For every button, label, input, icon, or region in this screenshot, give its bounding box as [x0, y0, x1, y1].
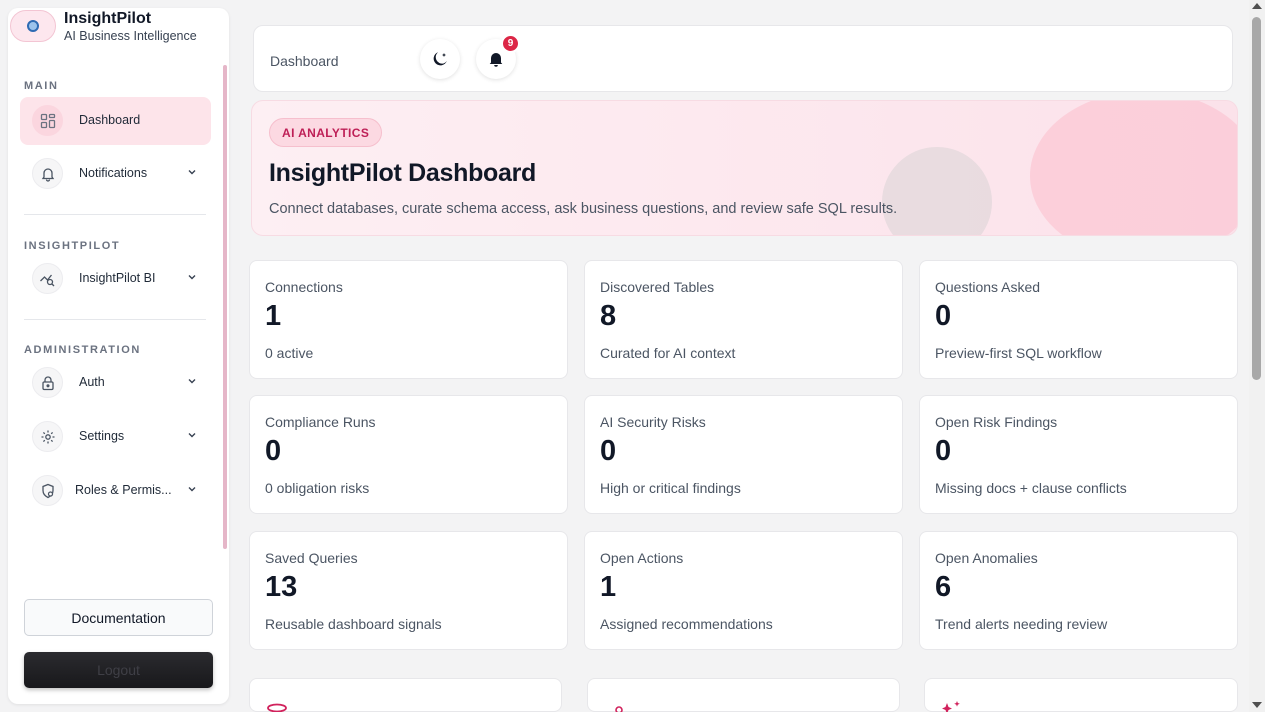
brand-name: InsightPilot [64, 10, 152, 27]
sidebar-item-auth[interactable]: Auth [20, 359, 211, 407]
documentation-button[interactable]: Documentation [24, 599, 213, 636]
stat-note: Trend alerts needing review [935, 616, 1108, 632]
sparkles-icon [942, 701, 960, 712]
scrollbar-thumb[interactable] [1252, 17, 1261, 380]
sidebar-item-label: Dashboard [79, 113, 141, 127]
section-label-insightpilot: INSIGHTPILOT [24, 240, 121, 252]
sidebar-divider [24, 214, 206, 215]
theme-toggle-button[interactable] [420, 39, 460, 79]
stat-note: Reusable dashboard signals [265, 616, 442, 632]
stat-note: High or critical findings [600, 480, 741, 496]
scroll-down-icon[interactable] [1252, 702, 1262, 708]
stat-card-open-anomalies[interactable]: Open Anomalies 6 Trend alerts needing re… [919, 531, 1238, 650]
database-icon [267, 703, 287, 712]
stat-card-discovered-tables[interactable]: Discovered Tables 8 Curated for AI conte… [584, 260, 903, 379]
stat-note: Preview-first SQL workflow [935, 345, 1102, 361]
notification-count-badge: 9 [501, 34, 520, 53]
sidebar-item-label: Auth [79, 375, 105, 389]
sidebar-item-notifications[interactable]: Notifications [20, 150, 211, 198]
chevron-down-icon [188, 170, 196, 175]
stat-note: Missing docs + clause conflicts [935, 480, 1127, 496]
hero-subtitle: Connect databases, curate schema access,… [269, 201, 898, 217]
stat-note: Assigned recommendations [600, 616, 773, 632]
stat-card-connections[interactable]: Connections 1 0 active [249, 260, 568, 379]
stat-note: 0 obligation risks [265, 480, 370, 496]
stat-card-ai-security-risks[interactable]: AI Security Risks 0 High or critical fin… [584, 395, 903, 514]
feature-card[interactable] [249, 678, 562, 712]
stat-value: 0 [600, 435, 617, 467]
shield-user-icon [32, 475, 63, 506]
stat-label: Open Anomalies [935, 550, 1038, 566]
stat-value: 0 [935, 435, 952, 467]
bell-icon [32, 158, 63, 189]
brand-logo-icon [10, 10, 56, 42]
sidebar-item-insightpilot-bi[interactable]: InsightPilot BI [20, 255, 211, 303]
stat-label: Open Risk Findings [935, 414, 1058, 430]
lock-icon [32, 367, 63, 398]
grid-icon [32, 105, 63, 136]
sidebar-scrollbar[interactable] [223, 65, 227, 549]
gear-icon [32, 421, 63, 452]
sidebar-item-label: Settings [79, 429, 125, 443]
chevron-down-icon [188, 379, 196, 384]
stat-card-open-actions[interactable]: Open Actions 1 Assigned recommendations [584, 531, 903, 650]
decorative-circle [1030, 101, 1237, 235]
stat-value: 0 [935, 300, 952, 332]
feature-card[interactable] [587, 678, 900, 712]
stat-label: Connections [265, 279, 343, 295]
sidebar-item-label: Notifications [79, 166, 148, 180]
breadcrumb: Dashboard [270, 53, 339, 69]
chart-search-icon [32, 263, 63, 294]
stat-label: Discovered Tables [600, 279, 715, 295]
logout-button[interactable]: Logout [24, 652, 213, 688]
stat-note: Curated for AI context [600, 345, 736, 361]
person-icon [615, 706, 623, 712]
chevron-down-icon [188, 433, 196, 438]
page-scrollbar[interactable] [1249, 0, 1265, 712]
stat-value: 1 [600, 571, 617, 603]
stat-value: 6 [935, 571, 952, 603]
stat-value: 1 [265, 300, 282, 332]
decorative-circle [882, 147, 992, 235]
stat-card-open-risk-findings[interactable]: Open Risk Findings 0 Missing docs + clau… [919, 395, 1238, 514]
bell-icon [489, 53, 503, 67]
hero-tag: AI ANALYTICS [269, 118, 383, 147]
section-label-administration: ADMINISTRATION [24, 344, 141, 356]
stat-note: 0 active [265, 345, 314, 361]
feature-card[interactable] [924, 678, 1238, 712]
stat-label: Compliance Runs [265, 414, 376, 430]
stat-card-questions-asked[interactable]: Questions Asked 0 Preview-first SQL work… [919, 260, 1238, 379]
stat-value: 8 [600, 300, 617, 332]
sidebar-item-roles-permissions[interactable]: Roles & Permis... [20, 467, 211, 515]
stat-label: AI Security Risks [600, 414, 706, 430]
sidebar: InsightPilot AI Business Intelligence MA… [8, 8, 229, 704]
sidebar-item-label: InsightPilot BI [79, 271, 156, 285]
chevron-down-icon [188, 487, 196, 492]
sidebar-item-dashboard[interactable]: Dashboard [20, 97, 211, 145]
stat-label: Open Actions [600, 550, 684, 566]
scroll-up-icon[interactable] [1252, 3, 1262, 9]
section-label-main: MAIN [24, 80, 59, 92]
stat-card-compliance-runs[interactable]: Compliance Runs 0 0 obligation risks [249, 395, 568, 514]
brand[interactable]: InsightPilot AI Business Intelligence [8, 8, 229, 54]
stat-label: Saved Queries [265, 550, 358, 566]
sidebar-divider [24, 319, 206, 320]
stat-value: 0 [265, 435, 282, 467]
top-bar: Dashboard 9 [253, 25, 1233, 92]
stat-label: Questions Asked [935, 279, 1041, 295]
stat-card-saved-queries[interactable]: Saved Queries 13 Reusable dashboard sign… [249, 531, 568, 650]
chevron-down-icon [188, 275, 196, 280]
stat-value: 13 [265, 571, 298, 603]
sidebar-item-label: Roles & Permis... [75, 483, 172, 497]
sidebar-item-settings[interactable]: Settings [20, 413, 211, 461]
page-title: InsightPilot Dashboard [269, 159, 537, 187]
hero-banner: AI ANALYTICS InsightPilot Dashboard Conn… [251, 100, 1238, 236]
moon-icon [433, 52, 447, 66]
brand-subtitle: AI Business Intelligence [64, 29, 197, 43]
